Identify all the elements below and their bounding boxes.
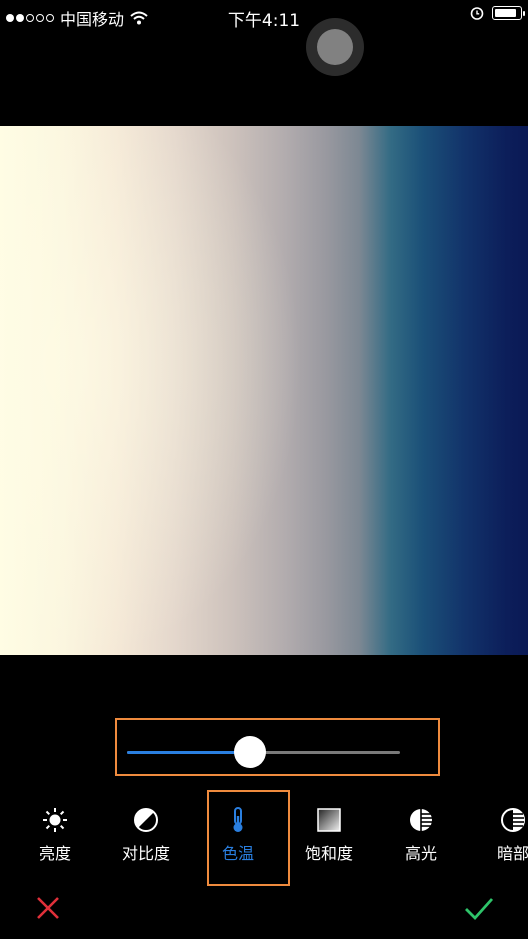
slider-thumb[interactable] — [233, 736, 266, 768]
status-bar: 中国移动 下午4:11 — [0, 0, 528, 32]
tool-brightness[interactable]: 亮度 — [10, 806, 100, 864]
status-right — [470, 6, 525, 20]
tool-label: 亮度 — [38, 844, 71, 863]
tool-label: 暗部 — [496, 844, 528, 863]
close-icon[interactable] — [34, 894, 62, 922]
photo-overlay — [0, 126, 528, 655]
sun-icon — [43, 808, 67, 832]
slider-fill — [127, 751, 250, 754]
shadows-icon — [501, 808, 525, 832]
checkmark-icon[interactable] — [464, 896, 494, 922]
tool-shadows[interactable]: 暗部 — [468, 806, 528, 864]
active-tool-highlight-box — [207, 790, 290, 886]
tool-highlights[interactable]: 高光 — [376, 806, 466, 864]
saturation-icon — [317, 808, 341, 832]
assistive-touch-button[interactable] — [306, 18, 364, 76]
tool-label: 对比度 — [121, 844, 170, 863]
tool-saturation[interactable]: 饱和度 — [284, 806, 374, 864]
tool-label: 饱和度 — [304, 844, 353, 863]
status-time: 下午4:11 — [227, 11, 301, 31]
contrast-icon — [134, 808, 158, 832]
highlights-icon — [410, 809, 432, 831]
battery-icon — [492, 6, 525, 20]
color-temperature-slider[interactable] — [127, 736, 400, 768]
tool-contrast[interactable]: 对比度 — [101, 806, 191, 864]
slider-highlight-box — [115, 718, 440, 776]
tool-label: 高光 — [404, 844, 437, 863]
alarm-icon — [470, 7, 484, 20]
